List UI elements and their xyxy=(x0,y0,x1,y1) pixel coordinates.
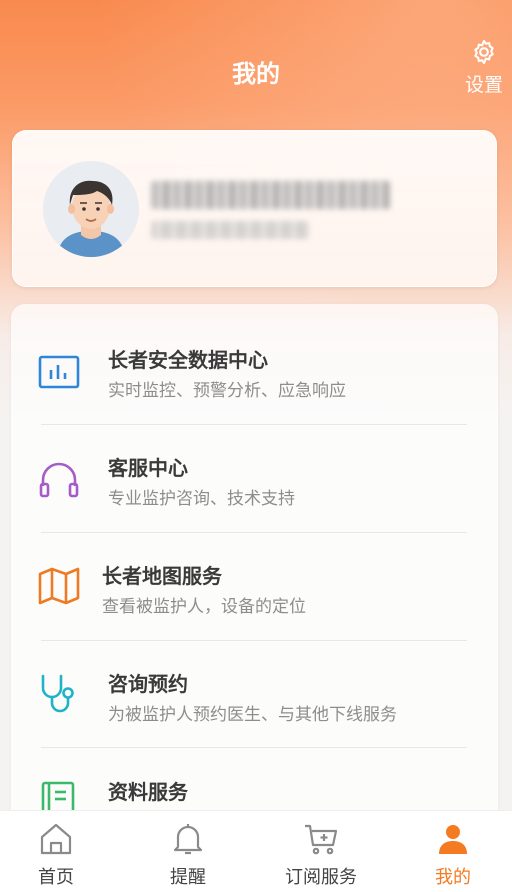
gear-icon xyxy=(474,39,494,65)
map-icon xyxy=(38,567,80,605)
settings-button[interactable]: 设置 xyxy=(462,38,506,97)
headset-icon xyxy=(39,462,79,498)
menu-item-map-service[interactable]: 长者地图服务 查看被监护人，设备的定位 xyxy=(11,530,498,637)
cart-icon xyxy=(305,824,338,855)
bell-icon xyxy=(173,824,203,855)
settings-label: 设置 xyxy=(464,74,503,96)
tab-reminders[interactable]: 提醒 xyxy=(124,811,252,892)
tab-label: 我的 xyxy=(435,867,471,888)
header: 我的 设置 xyxy=(0,0,512,120)
chart-icon xyxy=(38,355,80,389)
tab-mine[interactable]: 我的 xyxy=(389,811,512,892)
tab-label: 提醒 xyxy=(170,867,206,888)
user-id: ID:1234567890 xyxy=(151,221,309,239)
page-title: 我的 xyxy=(232,60,280,88)
menu-item-subtitle: 实时监控、预警分析、应急响应 xyxy=(108,381,346,401)
avatar[interactable] xyxy=(43,161,139,257)
tab-label: 订阅服务 xyxy=(285,867,357,888)
menu-item-title: 咨询预约 xyxy=(108,672,188,696)
menu-item-subtitle: 查看被监护人，设备的定位 xyxy=(102,597,306,617)
tab-home[interactable]: 首页 xyxy=(0,811,120,892)
menu-item-title: 长者安全数据中心 xyxy=(108,348,268,372)
menu-item-safety-data-center[interactable]: 长者安全数据中心 实时监控、预警分析、应急响应 xyxy=(11,314,498,421)
user-icon xyxy=(439,825,467,854)
menu-item-subtitle: 为被监护人预约医生、与其他下线服务 xyxy=(108,705,397,725)
tab-label: 首页 xyxy=(38,867,74,888)
home-icon xyxy=(40,823,72,855)
menu-item-consult-appointment[interactable]: 咨询预约 为被监护人预约医生、与其他下线服务 xyxy=(11,638,498,745)
menu-item-title: 长者地图服务 xyxy=(102,564,222,588)
avatar-illustration xyxy=(43,161,139,257)
menu-card: 长者安全数据中心 实时监控、预警分析、应急响应 客服中心 专业监护咨询、技术支持… xyxy=(11,304,498,864)
username: user1888123456789 xyxy=(151,181,391,209)
menu-item-subtitle: 专业监护咨询、技术支持 xyxy=(108,489,295,509)
menu-item-customer-service[interactable]: 客服中心 专业监护咨询、技术支持 xyxy=(11,422,498,529)
stethoscope-icon xyxy=(41,674,74,713)
menu-item-title: 客服中心 xyxy=(108,456,188,480)
tab-subscription[interactable]: 订阅服务 xyxy=(257,811,385,892)
menu-item-title: 资料服务 xyxy=(108,780,188,804)
bottom-tab-bar: 首页 提醒 订阅服务 我的 xyxy=(0,810,512,892)
profile-card[interactable]: user1888123456789 ID:1234567890 xyxy=(12,130,497,287)
